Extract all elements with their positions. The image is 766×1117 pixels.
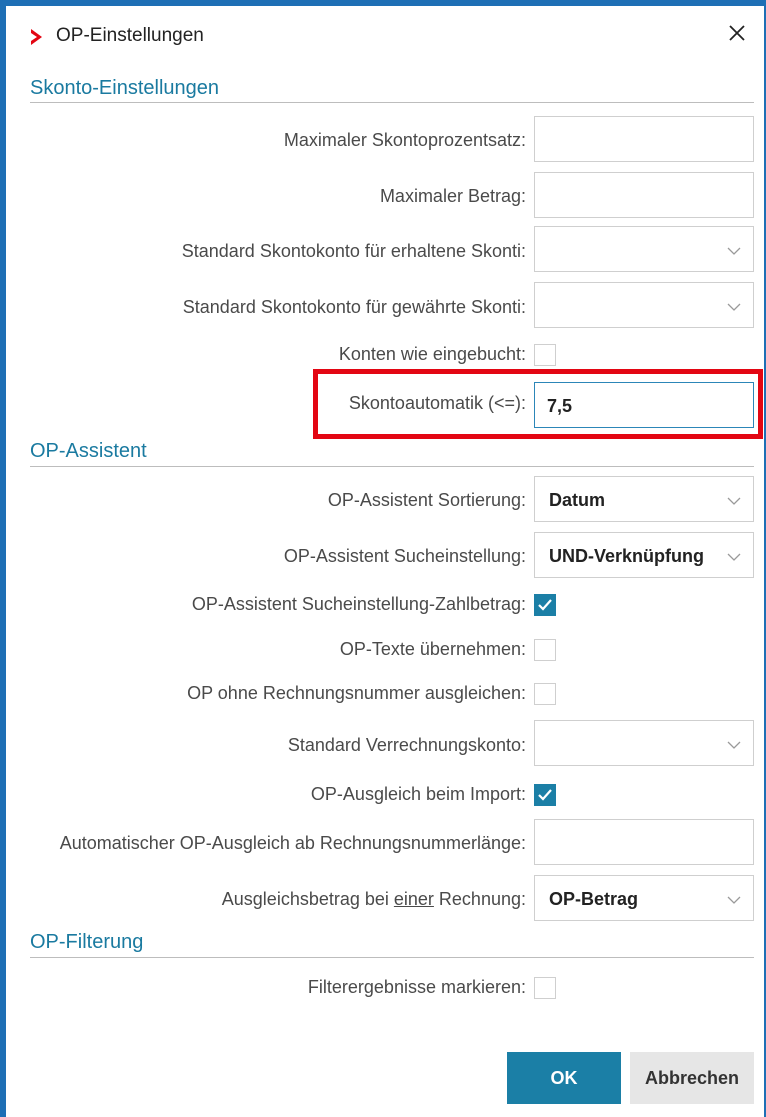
assistant-search-label: OP-Assistent Sucheinstellung: xyxy=(283,546,526,566)
highlight-frame xyxy=(313,369,763,439)
title-bar: OP-Einstellungen xyxy=(6,6,764,66)
assistant-search-select[interactable]: UND-Verknüpfung xyxy=(534,532,754,578)
op-texts-label: OP-Texte übernehmen: xyxy=(339,639,526,659)
assistant-search-amount-label: OP-Assistent Sucheinstellung-Zahlbetrag: xyxy=(191,594,526,614)
auto-length-label: Automatischer OP-Ausgleich ab Rechnungsn… xyxy=(59,833,526,853)
received-discount-account-label: Standard Skontokonto für erhaltene Skont… xyxy=(181,241,526,261)
max-percent-label: Maximaler Skontoprozentsatz: xyxy=(283,130,526,150)
chevron-down-icon xyxy=(727,737,741,749)
clearing-account-label: Standard Verrechnungskonto: xyxy=(287,735,526,755)
assistant-sort-label: OP-Assistent Sortierung: xyxy=(327,490,526,510)
op-texts-checkbox[interactable] xyxy=(534,639,556,661)
chevron-down-icon xyxy=(727,243,741,255)
mark-results-label: Filterergebnisse markieren: xyxy=(307,977,526,997)
assistant-sort-select[interactable]: Datum xyxy=(534,476,754,522)
chevron-down-icon xyxy=(727,892,741,904)
ok-button[interactable]: OK xyxy=(507,1052,621,1104)
accounts-as-booked-checkbox[interactable] xyxy=(534,344,556,366)
cancel-button[interactable]: Abbrechen xyxy=(630,1052,754,1104)
clearing-amount-select[interactable]: OP-Betrag xyxy=(534,875,754,921)
clearing-account-select[interactable] xyxy=(534,720,754,766)
section-title-filterung: OP-Filterung xyxy=(30,931,144,953)
assistant-search-amount-checkbox[interactable] xyxy=(534,594,556,616)
auto-length-input[interactable] xyxy=(534,819,754,865)
section-divider xyxy=(30,957,754,958)
accounts-as-booked-label: Konten wie eingebucht: xyxy=(338,344,526,364)
check-icon xyxy=(538,599,552,611)
import-clearing-checkbox[interactable] xyxy=(534,784,556,806)
mark-results-checkbox[interactable] xyxy=(534,977,556,999)
section-title-assistent: OP-Assistent xyxy=(30,440,147,462)
max-amount-label: Maximaler Betrag: xyxy=(379,186,526,206)
received-discount-account-select[interactable] xyxy=(534,226,754,272)
max-amount-input[interactable] xyxy=(534,172,754,218)
check-icon xyxy=(538,789,552,801)
chevron-down-icon xyxy=(727,299,741,311)
close-icon xyxy=(728,24,746,47)
close-button[interactable] xyxy=(722,20,752,50)
section-divider xyxy=(30,466,754,467)
section-divider xyxy=(30,102,754,103)
no-invoice-checkbox[interactable] xyxy=(534,683,556,705)
app-chevron-icon xyxy=(28,28,46,46)
import-clearing-label: OP-Ausgleich beim Import: xyxy=(310,784,526,804)
granted-discount-account-select[interactable] xyxy=(534,282,754,328)
no-invoice-label: OP ohne Rechnungsnummer ausgleichen: xyxy=(187,683,526,703)
section-title-skonto: Skonto-Einstellungen xyxy=(30,77,220,99)
chevron-down-icon xyxy=(727,493,741,505)
max-percent-input[interactable] xyxy=(534,116,754,162)
granted-discount-account-label: Standard Skontokonto für gewährte Skonti… xyxy=(182,297,526,317)
clearing-amount-label: Ausgleichsbetrag bei einer Rechnung: xyxy=(221,889,526,909)
window-title: OP-Einstellungen xyxy=(56,25,204,46)
chevron-down-icon xyxy=(727,549,741,561)
